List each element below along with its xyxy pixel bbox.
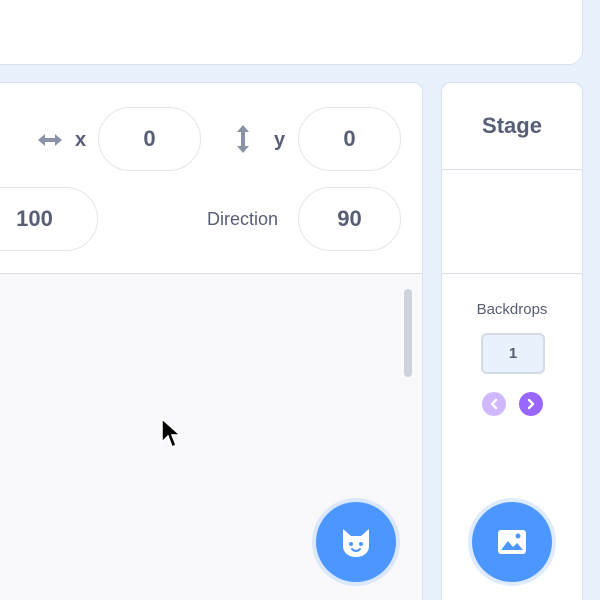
mouse-cursor-icon xyxy=(161,418,181,449)
y-label: y xyxy=(274,129,286,151)
backdrop-count: 1 xyxy=(481,333,545,374)
direction-input[interactable]: 90 xyxy=(298,187,401,251)
next-backdrop-button[interactable] xyxy=(519,392,543,416)
cat-icon xyxy=(343,529,369,557)
image-icon xyxy=(498,530,526,554)
y-position-input[interactable]: 0 xyxy=(298,107,401,171)
x-label: x xyxy=(75,129,87,151)
chevron-right-icon xyxy=(527,398,535,410)
vertical-arrows-icon xyxy=(237,125,249,153)
chevron-left-icon xyxy=(490,398,498,410)
horizontal-arrows-icon xyxy=(38,134,62,146)
x-position-input[interactable]: 0 xyxy=(98,107,201,171)
direction-label: Direction xyxy=(207,209,279,229)
backdrops-label: Backdrops xyxy=(476,301,548,318)
previous-backdrop-button[interactable] xyxy=(482,392,506,416)
stage-title: Stage xyxy=(442,83,582,170)
sprite-info-panel: x 0 y 0 100 Direction 90 xyxy=(0,83,422,274)
stage-canvas[interactable] xyxy=(0,0,583,65)
choose-sprite-button[interactable] xyxy=(316,502,396,582)
stage-thumbnail xyxy=(442,170,582,274)
size-input[interactable]: 100 xyxy=(0,187,98,251)
sprite-list-scrollbar[interactable] xyxy=(404,289,412,377)
choose-backdrop-button[interactable] xyxy=(472,502,552,582)
